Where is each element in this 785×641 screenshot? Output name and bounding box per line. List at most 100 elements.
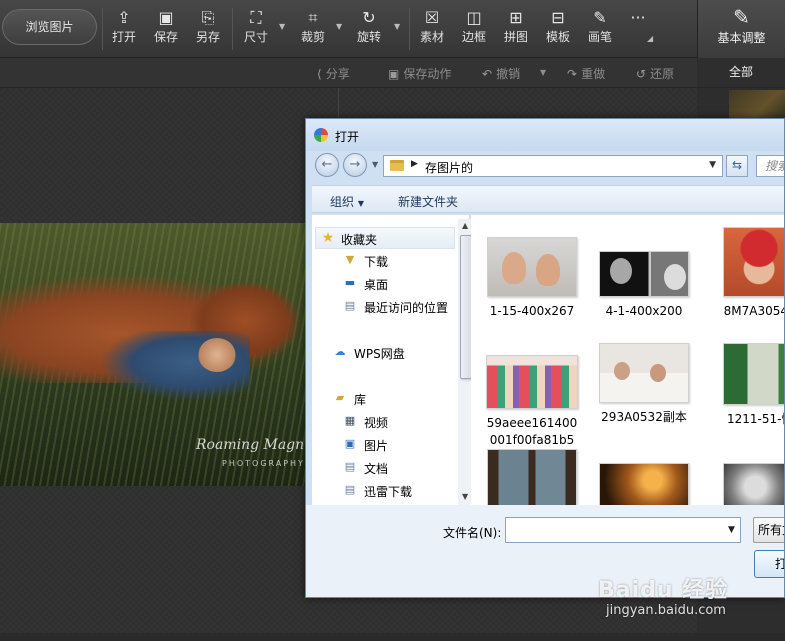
resize-button[interactable]: ⛶ 尺寸	[242, 8, 270, 50]
rotate-button[interactable]: ↻ 旋转	[355, 8, 383, 50]
brush-icon: ✎	[593, 8, 607, 27]
nav-label-downloads: 下载	[364, 255, 389, 269]
filename-label: 文件名(N):	[443, 526, 502, 540]
share-button[interactable]: ⟨ 分享	[317, 65, 350, 82]
crop-dropdown-icon[interactable]: ▼	[336, 22, 342, 31]
restore-label: 还原	[650, 67, 675, 81]
file-item[interactable]: 59aeee161400001f00fa81b5	[476, 355, 588, 449]
nav-label-favorites: 收藏夹	[341, 233, 378, 247]
basic-adjust-label: 基本调整	[717, 31, 766, 45]
nav-item-favorites[interactable]: ★ 收藏夹	[315, 227, 455, 249]
collage-button[interactable]: ⊞ 拼图	[502, 8, 530, 50]
back-button[interactable]: ←	[315, 153, 339, 177]
share-label: 分享	[325, 67, 350, 81]
template-label: 模板	[545, 30, 570, 44]
template-button[interactable]: ⊟ 模板	[544, 8, 572, 50]
dialog-title-bar: 打开	[306, 119, 784, 151]
thunder-download-icon: ▤	[344, 483, 356, 496]
filename-input[interactable]	[505, 517, 741, 543]
address-path: 存图片的	[425, 161, 474, 175]
chevron-down-icon: ▼	[357, 199, 364, 208]
open-button[interactable]: 打	[754, 550, 784, 578]
file-thumbnail	[599, 251, 689, 297]
border-button[interactable]: ◫ 边框	[460, 8, 488, 50]
back-arrow-icon: ←	[321, 157, 333, 172]
file-item[interactable]	[476, 449, 588, 505]
forward-arrow-icon: →	[349, 157, 361, 172]
save-action-button[interactable]: ▣ 保存动作	[388, 65, 451, 82]
more-icon: ···	[630, 8, 646, 27]
redo-button[interactable]: ↷ 重做	[567, 65, 605, 82]
file-item[interactable]: 1-15-400x267	[476, 237, 588, 320]
basic-adjust-button[interactable]: ✎ 基本调整	[697, 0, 785, 58]
effect-thumbnail[interactable]	[729, 90, 785, 120]
scroll-up-icon[interactable]: ▲	[462, 221, 468, 230]
brush-button[interactable]: ✎ 画笔	[586, 8, 614, 50]
save-button[interactable]: ▣ 保存	[152, 8, 180, 50]
redo-icon: ↷	[567, 67, 578, 81]
recent-places-icon: ▤	[344, 299, 356, 312]
recent-locations-dropdown-icon[interactable]: ▼	[372, 160, 378, 169]
tab-all[interactable]: 全部	[697, 58, 785, 88]
photo-watermark-sub: PHOTOGRAPHY	[222, 459, 305, 468]
more-button[interactable]: ···	[628, 8, 648, 50]
action-bar: ⟨ 分享 ▣ 保存动作 ↶ 撤销 ▼ ↷ 重做 ↺ 还原	[0, 58, 697, 88]
toolbar-separator	[409, 8, 410, 50]
nav-label-documents: 文档	[364, 462, 389, 476]
collage-label: 拼图	[503, 30, 528, 44]
organize-button[interactable]: 组织 ▼	[330, 193, 364, 210]
address-bar[interactable]: ▶ 存图片的 ▼	[383, 155, 723, 177]
file-item[interactable]	[699, 463, 784, 505]
dialog-command-bar: 组织 ▼ 新建文件夹	[312, 185, 784, 213]
nav-label-thunder: 迅雷下载	[364, 485, 413, 499]
save-action-icon: ▣	[388, 67, 400, 81]
sticker-button[interactable]: ☒ 素材	[418, 8, 446, 50]
share-icon: ⟨	[317, 67, 322, 81]
file-item[interactable]	[588, 463, 700, 505]
open-file-dialog: 打开 ← → ▼ ▶ 存图片的 ▼ ⇆ 搜索 组织 ▼ 新建文件夹 ★ 收藏夹 …	[305, 118, 785, 598]
search-input[interactable]: 搜索	[756, 155, 784, 177]
restore-button[interactable]: ↺ 还原	[636, 65, 674, 82]
girl-face	[198, 338, 236, 372]
file-thumbnail	[599, 463, 689, 505]
undo-label: 撤销	[496, 67, 521, 81]
undo-dropdown-icon[interactable]: ▼	[540, 68, 546, 77]
crop-button[interactable]: ⌗ 裁剪	[299, 8, 327, 50]
file-name: 8M7A3054-x350	[723, 304, 784, 318]
address-dropdown-icon[interactable]: ▼	[709, 160, 716, 170]
nav-item-wps[interactable]: ☁ WPS网盘	[332, 342, 472, 364]
filename-dropdown-icon[interactable]: ▼	[728, 525, 735, 535]
file-thumbnail	[723, 343, 784, 405]
open-button[interactable]: ⇪ 打开	[110, 8, 138, 50]
forward-button[interactable]: →	[343, 153, 367, 177]
toolbar-separator	[102, 8, 103, 50]
browse-images-button[interactable]: 浏览图片	[2, 9, 97, 45]
file-thumbnail	[599, 343, 689, 403]
file-thumbnail	[723, 463, 784, 505]
refresh-button[interactable]: ⇆	[726, 155, 748, 177]
app-icon	[314, 128, 328, 142]
file-item[interactable]: 4-1-400x200	[588, 251, 700, 320]
rotate-dropdown-icon[interactable]: ▼	[394, 22, 400, 31]
star-icon: ★	[321, 230, 335, 246]
resize-label: 尺寸	[243, 30, 268, 44]
navigation-pane: ★ 收藏夹 ▼ 下载 ▬ 桌面 ▤ 最近访问的位置 ☁ WPS网盘 ▰ 库 ▦ …	[312, 215, 474, 505]
nav-item-library[interactable]: ▰ 库	[332, 388, 472, 410]
file-item[interactable]: 8M7A3054-x350	[699, 227, 784, 320]
file-name: 1-15-400x267	[489, 304, 575, 318]
undo-button[interactable]: ↶ 撤销	[482, 65, 520, 82]
file-item[interactable]: 1211-51-恢	[699, 343, 784, 428]
file-item[interactable]: 293A0532副本	[588, 343, 700, 426]
video-icon: ▦	[344, 414, 356, 427]
file-thumbnail	[723, 227, 784, 297]
file-name: 4-1-400x200	[605, 304, 683, 318]
folder-icon	[390, 160, 404, 171]
dialog-title: 打开	[335, 130, 360, 144]
expand-corner-icon[interactable]: ◢	[647, 34, 653, 43]
new-folder-button[interactable]: 新建文件夹	[398, 193, 458, 210]
resize-dropdown-icon[interactable]: ▼	[279, 22, 285, 31]
breadcrumb-arrow-icon[interactable]: ▶	[411, 159, 418, 169]
save-as-button[interactable]: ⎘ 另存	[194, 8, 222, 50]
file-type-select[interactable]: 所有文	[753, 517, 784, 543]
scroll-down-icon[interactable]: ▼	[462, 492, 468, 501]
